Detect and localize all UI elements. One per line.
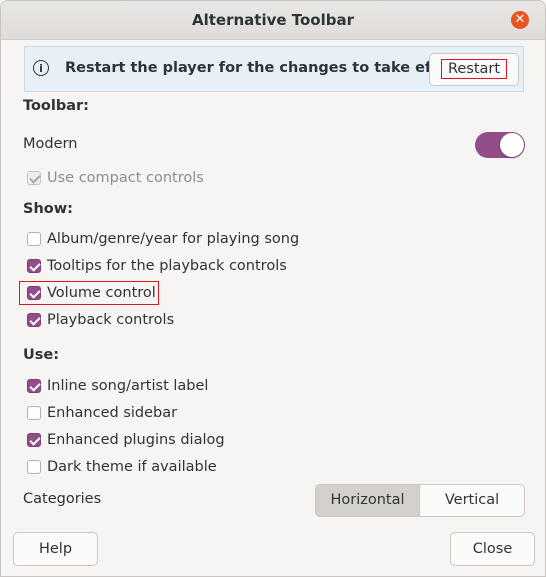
close-button[interactable]: Close [450,532,535,566]
show-playback-controls-checkbox[interactable]: Playback controls [27,311,174,329]
use-item-label: Enhanced sidebar [47,405,178,421]
toolbar-heading: Toolbar: [23,98,89,114]
checkbox-icon [27,313,41,327]
use-enhanced-plugins-checkbox[interactable]: Enhanced plugins dialog [27,431,225,449]
categories-label: Categories [23,491,102,507]
categories-vertical-button[interactable]: Vertical [420,484,525,517]
checkbox-icon [27,406,41,420]
show-volume-control-checkbox[interactable]: Volume control [27,284,156,302]
show-item-label: Tooltips for the playback controls [47,258,287,274]
info-icon: i [33,60,49,76]
show-item-label: Album/genre/year for playing song [47,231,300,247]
use-dark-theme-checkbox[interactable]: Dark theme if available [27,458,217,476]
window-title: Alternative Toolbar [191,11,355,29]
use-item-label: Dark theme if available [47,459,217,475]
help-button[interactable]: Help [13,532,98,566]
infobar-message: Restart the player for the changes to ta… [65,60,468,76]
checkbox-icon [27,171,41,185]
show-item-label: Playback controls [47,312,175,328]
toolbar-style-label: Modern [23,136,78,152]
use-enhanced-sidebar-checkbox[interactable]: Enhanced sidebar [27,404,177,422]
use-item-label: Enhanced plugins dialog [47,432,225,448]
compact-controls-checkbox: Use compact controls [27,169,204,187]
restart-infobar: i Restart the player for the changes to … [24,46,524,92]
switch-knob [500,133,524,157]
titlebar: Alternative Toolbar ✕ [1,1,545,40]
use-heading: Use: [23,347,60,363]
modern-toolbar-switch[interactable] [475,132,525,158]
close-icon[interactable]: ✕ [511,11,529,29]
show-item-label: Volume control [47,285,156,301]
use-item-label: Inline song/artist label [47,378,209,394]
categories-horizontal-button[interactable]: Horizontal [315,484,420,517]
checkbox-icon [27,433,41,447]
checkbox-icon [27,286,41,300]
checkbox-icon [27,259,41,273]
checkbox-icon [27,379,41,393]
preferences-dialog: Alternative Toolbar ✕ i Restart the play… [0,0,546,577]
checkbox-icon [27,460,41,474]
checkbox-icon [27,232,41,246]
show-tooltips-checkbox[interactable]: Tooltips for the playback controls [27,257,287,275]
show-album-genre-checkbox[interactable]: Album/genre/year for playing song [27,230,299,248]
restart-button[interactable]: Restart [429,53,519,86]
restart-button-label: Restart [440,59,508,79]
use-inline-label-checkbox[interactable]: Inline song/artist label [27,377,208,395]
compact-controls-label: Use compact controls [47,170,204,186]
show-heading: Show: [23,201,73,217]
